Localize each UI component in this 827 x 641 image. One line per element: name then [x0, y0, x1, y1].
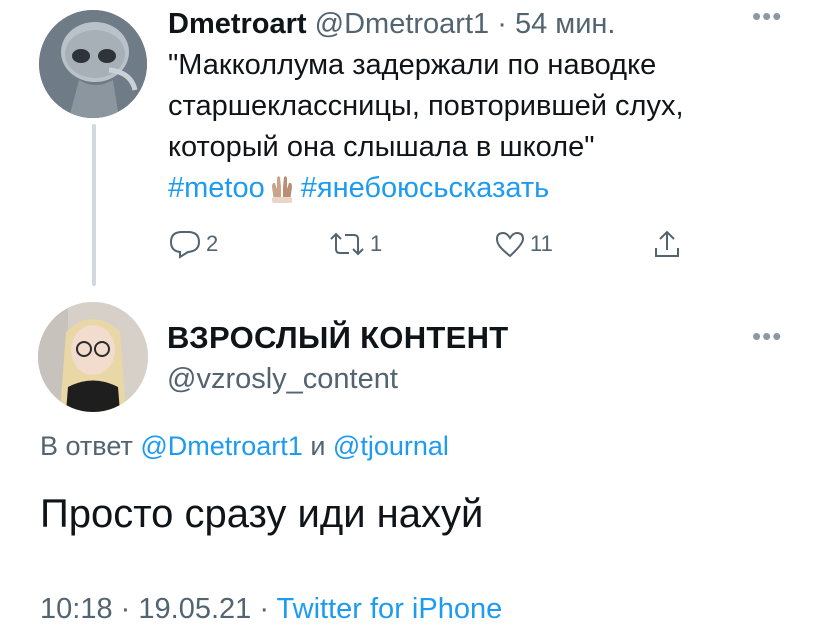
- hashtag-link[interactable]: #янебоюсьсказать: [301, 172, 550, 204]
- share-icon: [655, 230, 679, 257]
- tweet2-date[interactable]: 19.05.21: [138, 593, 251, 625]
- tweet2-handle[interactable]: @vzrosly_content: [167, 359, 398, 399]
- tweet1-hashtags: #metoo #янебоюсьсказать: [168, 168, 549, 209]
- reply-to-mention[interactable]: @Dmetroart1: [140, 431, 302, 461]
- tweet1-text-line: который она слышала в школе": [168, 131, 595, 163]
- tweet1-header: Dmetroart @Dmetroart1 · 54 мин.: [168, 6, 615, 42]
- reply-to-line: В ответ @Dmetroart1 и @tjournal: [40, 427, 449, 465]
- thread-connector-line: [92, 124, 96, 286]
- tweet2-author-name[interactable]: ВЗРОСЛЫЙ КОНТЕНТ: [167, 318, 509, 358]
- meta-separator: ·: [120, 593, 131, 625]
- reply-prefix: В ответ: [40, 431, 133, 461]
- reply-icon: [169, 231, 201, 259]
- share-button[interactable]: [652, 224, 682, 264]
- retweet-count: 1: [370, 231, 383, 256]
- more-horizontal-icon[interactable]: •••: [752, 3, 782, 29]
- tweet1-text-line: старшеклассницы, повторившей слух,: [168, 90, 684, 122]
- tweet1-time[interactable]: 54 мин.: [515, 8, 616, 40]
- tweet2-time[interactable]: 10:18: [40, 593, 113, 625]
- meta-separator: ·: [259, 593, 269, 625]
- reply-button[interactable]: 2: [168, 224, 218, 264]
- tweet2-avatar[interactable]: [38, 302, 148, 412]
- tweet1-text-line: "Макколлума задержали по наводке: [168, 49, 657, 81]
- tweet2-meta: 10:18 · 19.05.21 · Twitter for iPhone: [40, 589, 502, 629]
- retweet-button[interactable]: 1: [328, 224, 382, 264]
- tweet1-avatar[interactable]: [39, 10, 147, 118]
- heart-icon: [495, 231, 525, 258]
- reply-conjunction: и: [310, 431, 326, 461]
- tweet2-source[interactable]: Twitter for iPhone: [277, 593, 503, 625]
- tweet2-text: Просто сразу иди нахуй: [40, 492, 484, 536]
- avatar-image: [39, 10, 147, 118]
- tweet1-text: "Макколлума задержали по наводке старшек…: [168, 45, 808, 168]
- hashtag-link[interactable]: #metoo: [168, 172, 265, 204]
- reply-to-mention[interactable]: @tjournal: [333, 431, 449, 461]
- reply-count: 2: [206, 231, 219, 256]
- avatar-image: [38, 302, 148, 412]
- like-count: 11: [530, 231, 553, 256]
- retweet-icon: [330, 232, 364, 256]
- header-separator: ·: [497, 8, 507, 40]
- like-button[interactable]: 11: [494, 224, 553, 264]
- raised-hands-emoji-icon: [271, 176, 292, 203]
- tweet1-author-name[interactable]: Dmetroart: [168, 8, 307, 40]
- more-horizontal-icon[interactable]: •••: [752, 323, 782, 349]
- tweet1-handle[interactable]: @Dmetroart1: [315, 8, 489, 40]
